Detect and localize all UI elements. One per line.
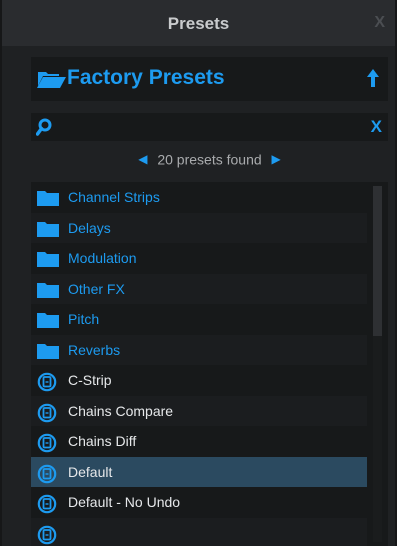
- search-bar: X: [31, 113, 388, 141]
- folder-icon: [37, 343, 59, 364]
- row-label: Delays: [68, 219, 111, 236]
- preset-row[interactable]: [31, 517, 367, 546]
- row-label: Pitch: [68, 311, 100, 327]
- triangle-left-icon[interactable]: ◀: [132, 152, 153, 166]
- preset-count-text: 20 presets found: [157, 151, 262, 168]
- preset-row[interactable]: Default: [31, 456, 367, 489]
- row-label: Reverbs: [68, 341, 121, 358]
- row-label: Default - No Undo: [68, 494, 181, 510]
- preset-bank-title: Factory Presets: [67, 66, 225, 89]
- preset-file-icon: [37, 372, 57, 397]
- preset-file-icon: [37, 403, 57, 428]
- row-label: Chains Compare: [68, 402, 174, 419]
- row-label: Other FX: [68, 280, 125, 297]
- row-label: C-Strip: [68, 372, 112, 388]
- folder-open-icon: [37, 70, 67, 95]
- preset-row[interactable]: Default - No Undo: [31, 487, 367, 517]
- preset-file-icon: [37, 464, 57, 489]
- folder-icon: [37, 221, 59, 242]
- folder-row[interactable]: Channel Strips: [31, 182, 367, 212]
- close-button[interactable]: X: [374, 14, 385, 32]
- list-scrollbar[interactable]: [373, 186, 382, 542]
- search-input[interactable]: [59, 116, 363, 140]
- preset-file-icon: [37, 494, 57, 519]
- triangle-right-icon[interactable]: ▶: [266, 152, 287, 166]
- panel-title: Presets: [167, 14, 230, 33]
- arrow-up-icon[interactable]: [367, 69, 379, 92]
- preset-row[interactable]: C-Strip: [31, 365, 367, 395]
- scrollbar-thumb[interactable]: [373, 186, 382, 336]
- clear-search-button[interactable]: X: [371, 117, 382, 137]
- row-label: Modulation: [68, 250, 137, 266]
- preset-list[interactable]: Default - No Undo Default Chains Diff Chain…: [31, 182, 388, 546]
- folder-row[interactable]: Modulation: [31, 243, 367, 273]
- preset-file-icon: [37, 433, 57, 458]
- presets-panel: Presets X Factory Presets X ◀ 20 presets…: [0, 0, 397, 546]
- folder-row[interactable]: Other FX: [31, 273, 367, 304]
- folder-row[interactable]: Pitch: [31, 304, 367, 334]
- folder-icon: [37, 190, 59, 211]
- preset-row[interactable]: Chains Diff: [31, 426, 367, 456]
- preset-pager: ◀ 20 presets found ▶: [31, 150, 388, 174]
- folder-icon: [37, 251, 59, 272]
- folder-icon: [37, 282, 59, 303]
- preset-row[interactable]: Chains Compare: [31, 395, 367, 428]
- folder-row[interactable]: Reverbs: [31, 334, 367, 365]
- search-icon: [35, 118, 52, 141]
- folder-row[interactable]: Delays: [31, 212, 367, 243]
- preset-bank-header[interactable]: Factory Presets: [31, 57, 388, 101]
- row-label: Channel Strips: [68, 189, 160, 205]
- folder-icon: [37, 312, 59, 333]
- panel-titlebar: Presets X: [2, 0, 395, 46]
- preset-file-icon: [37, 525, 57, 546]
- row-label: Chains Diff: [68, 433, 137, 449]
- row-label: Default: [68, 463, 113, 480]
